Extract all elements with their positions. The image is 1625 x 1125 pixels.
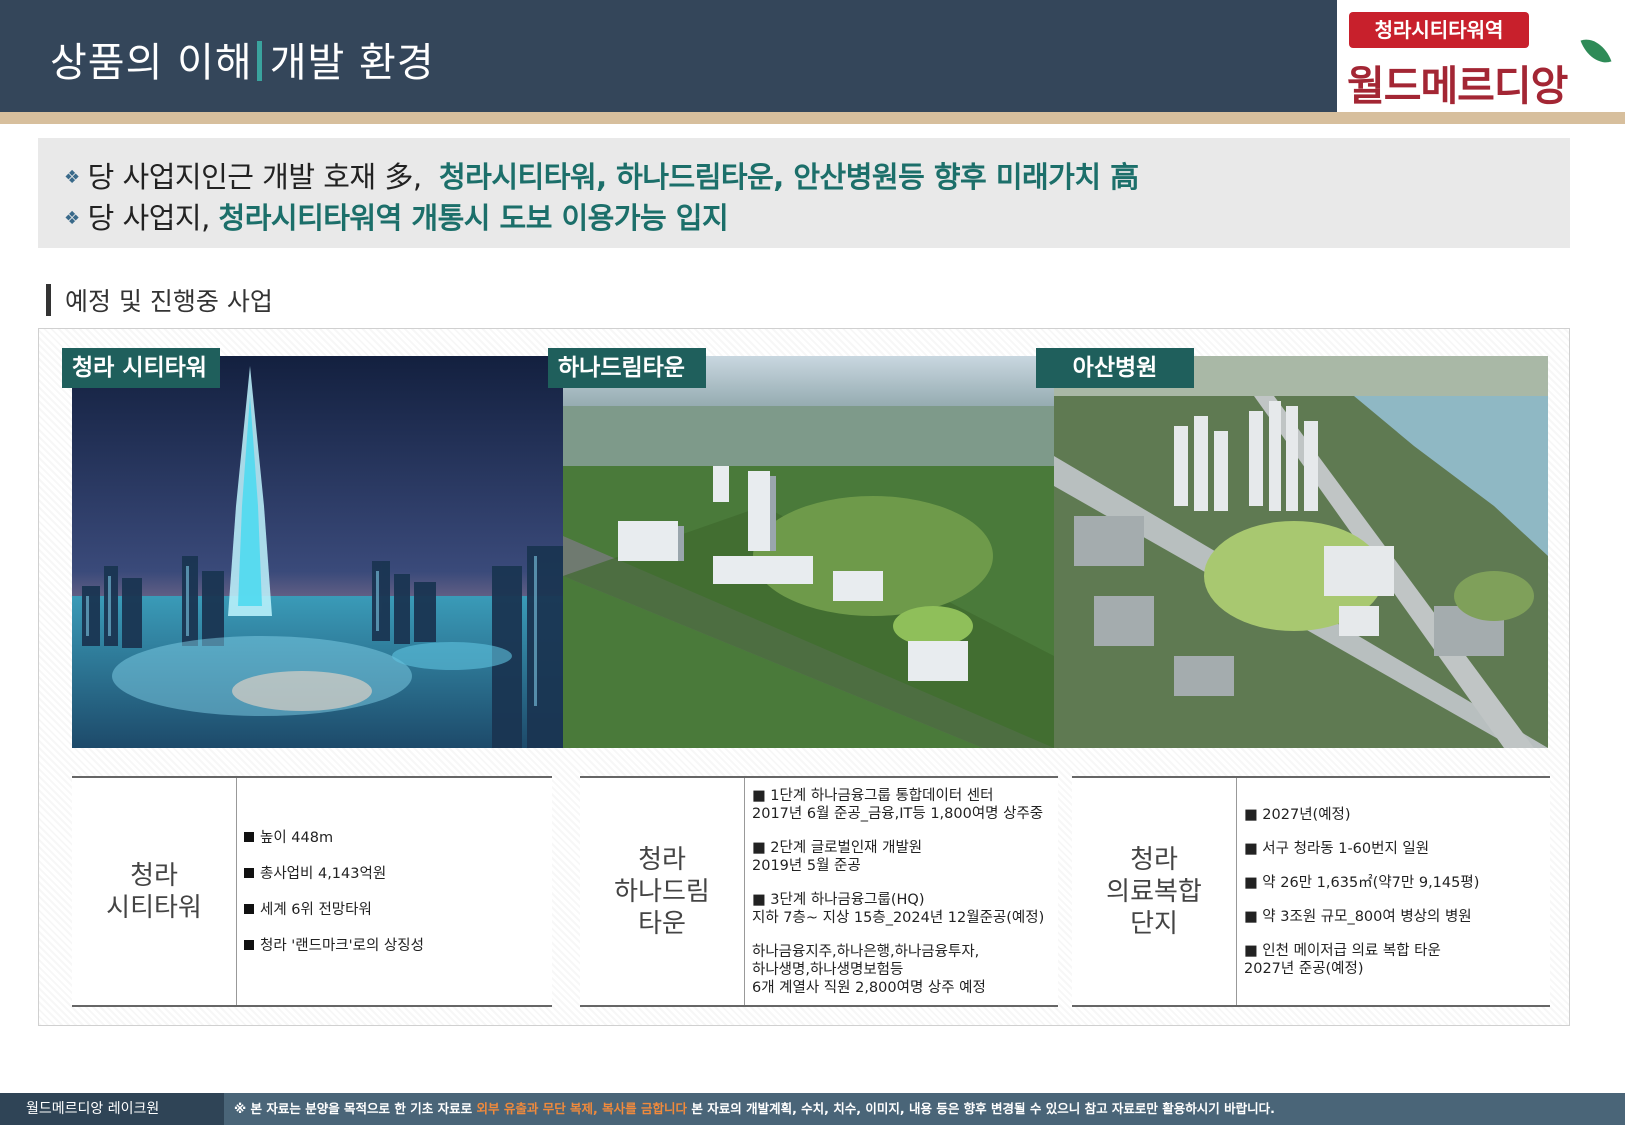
bullet-square-icon	[244, 867, 254, 878]
detail-item: ■ 2단계 글로벌인재 개발원 2019년 5월 준공	[752, 839, 923, 874]
detail-item: ■ 약 26만 1,635㎡(약7만 9,145평)	[1244, 874, 1480, 891]
page-title-topic: 개발 환경	[269, 40, 435, 86]
detail-item: 하나금융지주,하나은행,하나금융투자, 하나생명,하나생명보험등 6개 계열사 …	[752, 943, 986, 996]
logo-wordmark: 월드메르디앙	[1347, 62, 1568, 110]
summary-line-2-highlight: 청라시티타워역 개통시 도보 이용가능 입지	[218, 201, 729, 235]
disclaimer-warning: 외부 유출과 무단 복제, 복사를 금합니다	[476, 1101, 687, 1116]
tag-citytower: 청라 시티타워	[62, 348, 220, 388]
bullet-square-icon	[244, 939, 254, 950]
title-divider	[256, 41, 262, 81]
section-title: 예정 및 진행중 사업	[65, 287, 273, 316]
bullet-square-icon	[244, 903, 254, 914]
detail-item: 청라 '랜드마크'로의 상징성	[244, 937, 548, 955]
detail-item: ■ 2027년(예정)	[1244, 806, 1351, 823]
detail-item: ■ 1단계 하나금융그룹 통합데이터 센터 2017년 6월 준공_금융,IT등…	[752, 787, 1044, 822]
brand-logo: 청라시티타워역 월드메르디앙	[1337, 0, 1625, 112]
footer-disclaimer: ※ 본 자료는 분양을 목적으로 한 기초 자료로 외부 유출과 무단 복제, …	[234, 1093, 1275, 1125]
footer-project-name: 월드메르디앙 레이크원	[0, 1093, 224, 1125]
info-table-asan-hospital: 청라 의료복합 단지 ■ 2027년(예정) ■ 서구 청라동 1-60번지 일…	[1072, 776, 1550, 1007]
summary-line-2: ❖ 당 사업지, 청라시티타워역 개통시 도보 이용가능 입지	[64, 195, 729, 237]
logo-badge: 청라시티타워역	[1349, 12, 1529, 48]
summary-box: ❖ 당 사업지인근 개발 호재 多, 청라시티타워, 하나드림타운, 안산병원등 …	[38, 138, 1570, 248]
info-table-citytower: 청라 시티타워 높이 448m 총사업비 4,143억원 세계 6위 전망타워 …	[72, 776, 552, 1007]
citytower-render-image	[72, 356, 563, 748]
bullet-arrow-icon: ❖	[64, 208, 80, 229]
bullet-square-icon	[244, 831, 254, 842]
detail-text: 높이 448m	[260, 829, 334, 846]
leaf-icon	[1580, 33, 1612, 69]
detail-text: 세계 6위 전망타워	[260, 901, 372, 918]
detail-item: 세계 6위 전망타워	[244, 901, 548, 919]
header-divider	[0, 112, 1625, 124]
bullet-arrow-icon: ❖	[64, 167, 80, 188]
detail-item: ■ 약 3조원 규모_800여 병상의 병원	[1244, 908, 1472, 925]
disclaimer-suffix: 본 자료의 개발계획, 수치, 치수, 이미지, 내용 등은 향후 변경될 수 …	[691, 1101, 1275, 1116]
project-details: ■ 2027년(예정) ■ 서구 청라동 1-60번지 일원 ■ 약 26만 1…	[1244, 778, 1546, 1005]
disclaimer-prefix: ※ 본 자료는 분양을 목적으로 한 기초 자료로	[234, 1101, 473, 1116]
detail-item: ■ 인천 메이저급 의료 복합 타운 2027년 준공(예정)	[1244, 942, 1441, 977]
page-header: 상품의 이해 개발 환경	[0, 0, 1337, 112]
project-name: 청라 하나드림 타운	[580, 778, 745, 1005]
section-bar	[46, 284, 51, 316]
summary-line-2-prefix: 당 사업지,	[87, 201, 211, 235]
tag-hanadreamtown: 하나드림타운	[548, 348, 706, 388]
project-name: 청라 의료복합 단지	[1072, 778, 1237, 1005]
summary-line-1: ❖ 당 사업지인근 개발 호재 多, 청라시티타워, 하나드림타운, 안산병원등 …	[64, 154, 1139, 196]
page-title: 상품의 이해 개발 환경	[50, 30, 435, 88]
detail-item: ■ 서구 청라동 1-60번지 일원	[1244, 840, 1430, 857]
tag-asan-hospital: 아산병원	[1036, 348, 1194, 388]
detail-item: 높이 448m	[244, 829, 548, 847]
summary-line-1-highlight: 청라시티타워, 하나드림타운, 안산병원등 향후 미래가치 高	[438, 160, 1139, 194]
asan-hospital-render-image	[1054, 356, 1548, 748]
info-table-hanadreamtown: 청라 하나드림 타운 ■ 1단계 하나금융그룹 통합데이터 센터 2017년 6…	[580, 776, 1058, 1007]
detail-item: ■ 3단계 하나금융그룹(HQ) 지하 7층~ 지상 15층_2024년 12월…	[752, 891, 1045, 926]
summary-line-1-prefix: 당 사업지인근 개발 호재 多,	[87, 160, 422, 194]
project-details: ■ 1단계 하나금융그룹 통합데이터 센터 2017년 6월 준공_금융,IT등…	[752, 778, 1054, 1005]
detail-text: 총사업비 4,143억원	[260, 865, 387, 882]
project-name: 청라 시티타워	[72, 778, 237, 1005]
page-footer: 월드메르디앙 레이크원 ※ 본 자료는 분양을 목적으로 한 기초 자료로 외부…	[0, 1093, 1625, 1125]
project-details: 높이 448m 총사업비 4,143억원 세계 6위 전망타워 청라 '랜드마크…	[244, 778, 548, 1005]
detail-text: 청라 '랜드마크'로의 상징성	[260, 937, 424, 954]
section-heading: 예정 및 진행중 사업	[46, 282, 273, 318]
page-title-section: 상품의 이해	[50, 40, 253, 86]
hanadreamtown-render-image	[563, 356, 1054, 748]
detail-item: 총사업비 4,143억원	[244, 865, 548, 883]
